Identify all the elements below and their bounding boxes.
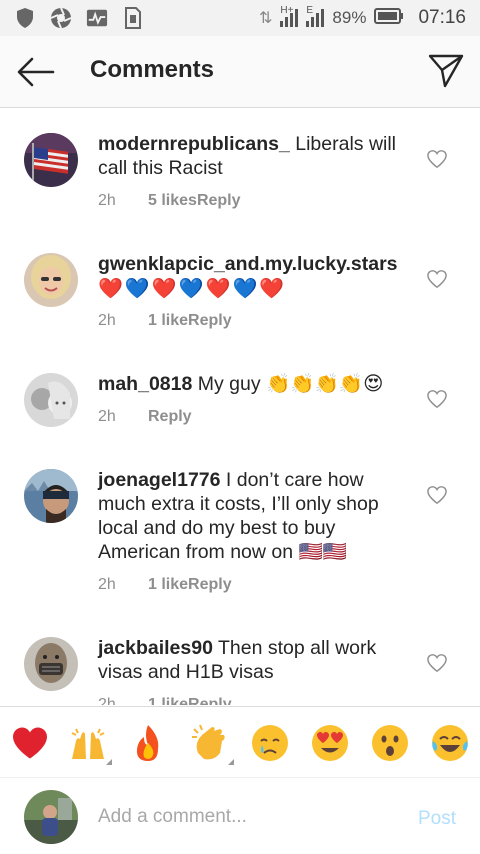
raising-hands-emoji-button[interactable] <box>68 723 112 765</box>
activity-icon <box>86 7 108 29</box>
paper-plane-icon <box>428 54 464 88</box>
comment-time: 2h <box>98 696 116 705</box>
crying-face-emoji-button[interactable] <box>250 723 290 763</box>
astonished-face-icon <box>372 725 408 761</box>
like-heart-icon[interactable] <box>426 269 448 289</box>
comment-likes[interactable]: 1 like <box>148 696 188 705</box>
crying-face-icon <box>252 725 288 761</box>
comment-text: gwenklapcic_and.my.lucky.stars ❤️💙❤️💙❤️💙… <box>98 252 410 300</box>
comment-message: ❤️💙❤️💙❤️💙❤️ <box>98 276 287 300</box>
like-heart-icon[interactable] <box>426 653 448 673</box>
sim-card-icon <box>122 7 144 29</box>
comment-text: mah_0818 My guy 👏👏👏👏😍 <box>98 372 410 396</box>
post-button[interactable]: Post <box>418 808 456 830</box>
comment-likes[interactable]: 1 like <box>148 312 188 330</box>
tears-of-joy-face-icon <box>432 725 468 761</box>
astonished-face-emoji-button[interactable] <box>370 723 410 763</box>
shield-icon <box>14 7 36 29</box>
arrow-left-icon <box>17 57 55 87</box>
avatar[interactable] <box>24 373 78 427</box>
comment-meta: 2h 1 like Reply <box>98 696 232 705</box>
comment-time: 2h <box>98 192 116 209</box>
avatar[interactable] <box>24 253 78 307</box>
comment-likes[interactable]: 1 like <box>148 576 188 594</box>
comment-username[interactable]: modernrepublicans_ <box>98 133 290 155</box>
variant-indicator <box>106 759 112 765</box>
header: Comments <box>0 36 480 108</box>
reply-button[interactable]: Reply <box>197 192 241 210</box>
raising-hands-icon <box>71 728 105 759</box>
comment-likes[interactable]: 5 likes <box>148 192 197 210</box>
reply-button[interactable]: Reply <box>148 408 192 426</box>
variant-indicator <box>228 759 234 765</box>
like-heart-icon[interactable] <box>426 389 448 409</box>
data-transfer-icon: ⇅ <box>259 10 273 27</box>
like-heart-icon[interactable] <box>426 485 448 505</box>
signal-icon: H+ <box>280 5 299 27</box>
reply-button[interactable]: Reply <box>188 696 232 705</box>
comment-meta: 2h 1 like Reply <box>98 312 232 330</box>
comment-meta: 2h 1 like Reply <box>98 576 232 594</box>
avatar[interactable] <box>24 133 78 187</box>
comment-username[interactable]: mah_0818 <box>98 373 192 395</box>
battery-percent: 89% <box>332 8 367 27</box>
comment-meta: 2h 5 likes Reply <box>98 192 241 210</box>
back-button[interactable] <box>16 54 56 90</box>
comment-text: modernrepublicans_ Liberals will call th… <box>98 132 410 180</box>
network-type-label-2: E <box>306 5 314 16</box>
comment-time: 2h <box>98 312 116 329</box>
comment-username[interactable]: gwenklapcic_and.my.lucky.stars <box>98 253 398 275</box>
battery-icon <box>374 7 404 29</box>
signal-icon-2: E <box>306 5 325 27</box>
aperture-icon <box>50 7 72 29</box>
comment-username[interactable]: jackbailes90 <box>98 637 213 659</box>
comment-meta: 2h Reply <box>98 408 192 426</box>
comment-text: jackbailes90 Then stop all work visas an… <box>98 636 410 684</box>
reply-button[interactable]: Reply <box>188 312 232 330</box>
reply-button[interactable]: Reply <box>188 576 232 594</box>
avatar[interactable] <box>24 637 78 691</box>
tears-of-joy-emoji-button[interactable] <box>430 723 470 763</box>
comment-composer: Post <box>0 779 480 854</box>
heart-eyes-emoji-button[interactable] <box>310 723 350 763</box>
heart-eyes-face-icon <box>312 725 348 761</box>
status-bar: ⇅ H+ E 89% 07:16 <box>0 0 480 36</box>
comment-time: 2h <box>98 576 116 593</box>
my-avatar <box>24 790 78 844</box>
clapping-hands-icon <box>192 724 225 760</box>
fire-icon <box>136 725 159 761</box>
clock: 07:16 <box>418 7 466 28</box>
avatar[interactable] <box>24 469 78 523</box>
clapping-hands-emoji-button[interactable] <box>190 723 234 765</box>
comment-time: 2h <box>98 408 116 425</box>
comment-username[interactable]: joenagel1776 <box>98 469 220 491</box>
like-heart-icon[interactable] <box>426 149 448 169</box>
comments-list[interactable]: modernrepublicans_ Liberals will call th… <box>0 109 480 705</box>
fire-emoji-button[interactable] <box>128 723 168 763</box>
network-type-label: H+ <box>280 5 294 16</box>
page-title: Comments <box>90 56 215 83</box>
comment-message: My guy 👏👏👏👏😍 <box>197 373 384 395</box>
share-button[interactable] <box>426 52 466 90</box>
quick-reaction-bar <box>0 706 480 778</box>
red-heart-emoji-button[interactable] <box>10 723 50 763</box>
comment-text: joenagel1776 I don’t care how much extra… <box>98 468 410 564</box>
comment-input[interactable] <box>98 801 388 833</box>
red-heart-icon <box>13 727 47 759</box>
